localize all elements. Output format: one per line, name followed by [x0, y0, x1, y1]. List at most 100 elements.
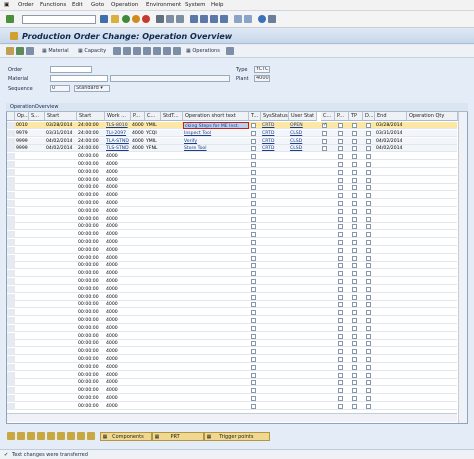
delete-checkbox[interactable]: [366, 357, 371, 362]
user-status[interactable]: CLSD: [289, 138, 317, 145]
print-checkbox[interactable]: [338, 341, 343, 347]
row-selector[interactable]: [7, 207, 15, 215]
end-date[interactable]: 03/28/2014: [375, 122, 407, 129]
text-checkbox[interactable]: [251, 169, 256, 175]
row-selector[interactable]: [7, 301, 15, 309]
plant[interactable]: 4000: [105, 247, 131, 254]
text-checkbox[interactable]: [251, 302, 256, 308]
table-row[interactable]: [7, 379, 457, 387]
menu-system[interactable]: System: [185, 2, 206, 8]
plant[interactable]: 4000: [105, 200, 131, 207]
print-checkbox[interactable]: [338, 286, 343, 292]
tp-checkbox[interactable]: [352, 169, 357, 175]
start-time[interactable]: 00:00:00: [77, 340, 105, 347]
row-selector[interactable]: [7, 192, 15, 200]
detail-icon[interactable]: [37, 432, 45, 440]
start-time[interactable]: 00:00:00: [77, 372, 105, 379]
start-time[interactable]: 24:00:00: [77, 138, 105, 145]
back-icon[interactable]: [122, 15, 130, 23]
column-header-12[interactable]: C...: [321, 112, 335, 121]
text-checkbox[interactable]: [251, 279, 256, 284]
column-header-8[interactable]: Operation short text: [183, 112, 249, 121]
delete-checkbox[interactable]: [366, 216, 371, 222]
text-checkbox[interactable]: [251, 185, 256, 191]
operation-number[interactable]: 0010: [15, 122, 29, 129]
start-time[interactable]: 00:00:00: [77, 231, 105, 238]
delete-checkbox[interactable]: [366, 138, 371, 144]
start-time[interactable]: 00:00:00: [77, 333, 105, 340]
sequence-icon[interactable]: [123, 47, 131, 55]
print-checkbox[interactable]: [338, 193, 343, 199]
print-order-icon[interactable]: [163, 47, 171, 55]
plant[interactable]: 4000: [105, 379, 131, 386]
text-checkbox[interactable]: [251, 193, 256, 199]
start-time[interactable]: 00:00:00: [77, 247, 105, 254]
row-selector[interactable]: [7, 254, 15, 262]
tp-checkbox[interactable]: [352, 201, 357, 206]
plant[interactable]: 4000: [105, 184, 131, 191]
table-row[interactable]: [7, 340, 457, 348]
table-row[interactable]: [7, 387, 457, 395]
start-time[interactable]: 00:00:00: [77, 177, 105, 184]
table-row[interactable]: [7, 324, 457, 332]
order-field[interactable]: [50, 66, 92, 73]
table-row[interactable]: [7, 317, 457, 324]
delete-checkbox[interactable]: [366, 240, 371, 245]
table-row[interactable]: [7, 301, 457, 309]
plant[interactable]: 4000: [131, 145, 145, 152]
work-center[interactable]: TLA-STND: [105, 138, 131, 145]
delete-checkbox[interactable]: [366, 169, 371, 175]
start-time[interactable]: 24:00:00: [77, 145, 105, 152]
tp-checkbox[interactable]: [352, 154, 357, 160]
start-time[interactable]: 00:00:00: [77, 294, 105, 301]
start-time[interactable]: 00:00:00: [77, 403, 105, 410]
print-checkbox[interactable]: [338, 177, 343, 183]
text-checkbox[interactable]: [251, 294, 256, 300]
delete-checkbox[interactable]: [366, 162, 371, 167]
plant[interactable]: 4000: [131, 130, 145, 137]
start-date[interactable]: 03/31/2014: [45, 130, 77, 137]
components-button[interactable]: ▦ Components: [100, 432, 152, 441]
print-checkbox[interactable]: [338, 333, 343, 339]
print-checkbox[interactable]: [338, 247, 343, 253]
text-checkbox[interactable]: [251, 255, 256, 261]
row-selector[interactable]: [7, 356, 15, 363]
operation-short-text[interactable]: Verify: [183, 138, 249, 145]
text-checkbox[interactable]: [251, 318, 256, 323]
table-row[interactable]: [7, 293, 457, 301]
tp-checkbox[interactable]: [352, 216, 357, 222]
sequence-type-select[interactable]: Standard ▾: [74, 85, 110, 92]
delete-checkbox[interactable]: [366, 403, 371, 409]
horizontal-scrollbar[interactable]: [7, 413, 457, 422]
column-header-2[interactable]: Start: [45, 112, 77, 121]
print-checkbox[interactable]: [338, 208, 343, 214]
print-checkbox[interactable]: [338, 169, 343, 175]
find-next-icon[interactable]: [176, 15, 184, 23]
start-time[interactable]: 00:00:00: [77, 223, 105, 230]
text-checkbox[interactable]: [251, 380, 256, 386]
plant[interactable]: 4000: [105, 208, 131, 215]
start-time[interactable]: 00:00:00: [77, 216, 105, 223]
start-time[interactable]: 00:00:00: [77, 364, 105, 371]
plant[interactable]: 4000: [105, 161, 131, 168]
delete-checkbox[interactable]: [366, 224, 371, 230]
row-selector[interactable]: [7, 122, 15, 129]
tp-checkbox[interactable]: [352, 130, 357, 136]
print-checkbox[interactable]: [338, 380, 343, 386]
control-key[interactable]: YFNL: [145, 145, 161, 152]
tp-checkbox[interactable]: [352, 333, 357, 339]
tp-checkbox[interactable]: [352, 380, 357, 386]
delete-checkbox[interactable]: [366, 185, 371, 191]
table-row[interactable]: [7, 270, 457, 278]
text-checkbox[interactable]: [251, 341, 256, 347]
start-time[interactable]: 00:00:00: [77, 192, 105, 199]
table-row[interactable]: [7, 371, 457, 379]
tp-checkbox[interactable]: [352, 271, 357, 277]
column-header-1[interactable]: S...: [29, 112, 45, 121]
plant[interactable]: 4000: [105, 216, 131, 223]
row-selector[interactable]: [7, 145, 15, 153]
control-key[interactable]: YMIL: [145, 138, 161, 145]
row-selector[interactable]: [7, 239, 15, 246]
status-icon[interactable]: [26, 47, 34, 55]
row-selector[interactable]: [7, 176, 15, 184]
